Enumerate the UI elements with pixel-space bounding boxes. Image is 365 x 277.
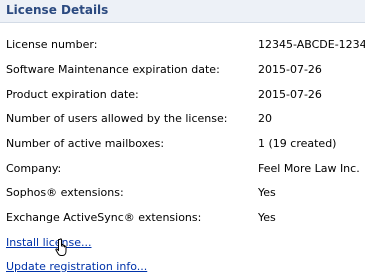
- detail-label: Product expiration date:: [6, 88, 139, 101]
- detail-row-company: Company: Feel More Law Inc.: [0, 162, 365, 178]
- detail-label: Company:: [6, 162, 62, 175]
- panel-header: License Details: [0, 0, 365, 23]
- detail-row-activesync-extensions: Exchange ActiveSync® extensions: Yes: [0, 211, 365, 227]
- detail-row-sophos-extensions: Sophos® extensions: Yes: [0, 186, 365, 202]
- detail-label: Sophos® extensions:: [6, 186, 124, 199]
- detail-value: 2015-07-26: [258, 88, 322, 101]
- panel-title: License Details: [6, 3, 109, 17]
- detail-value: Yes: [258, 211, 276, 224]
- detail-row-maintenance-expiration: Software Maintenance expiration date: 20…: [0, 63, 365, 79]
- detail-row-product-expiration: Product expiration date: 2015-07-26: [0, 88, 365, 104]
- detail-row-active-mailboxes: Number of active mailboxes: 1 (19 create…: [0, 137, 365, 153]
- detail-value: 12345-ABCDE-12345: [258, 38, 365, 51]
- license-details-panel: License Details License number: 12345-AB…: [0, 0, 365, 277]
- detail-label: Number of active mailboxes:: [6, 137, 165, 150]
- detail-label: Number of users allowed by the license:: [6, 112, 228, 125]
- detail-value: Feel More Law Inc.: [258, 162, 360, 175]
- detail-value: 2015-07-26: [258, 63, 322, 76]
- update-registration-link[interactable]: Update registration info...: [6, 260, 147, 273]
- detail-value: Yes: [258, 186, 276, 199]
- detail-label: License number:: [6, 38, 98, 51]
- detail-row-license-number: License number: 12345-ABCDE-12345: [0, 38, 365, 54]
- detail-value: 1 (19 created): [258, 137, 337, 150]
- detail-label: Software Maintenance expiration date:: [6, 63, 220, 76]
- hand-pointer-icon: [55, 238, 67, 256]
- detail-label: Exchange ActiveSync® extensions:: [6, 211, 202, 224]
- install-license-link[interactable]: Install license...: [6, 236, 92, 249]
- detail-row-users-allowed: Number of users allowed by the license: …: [0, 112, 365, 128]
- detail-value: 20: [258, 112, 272, 125]
